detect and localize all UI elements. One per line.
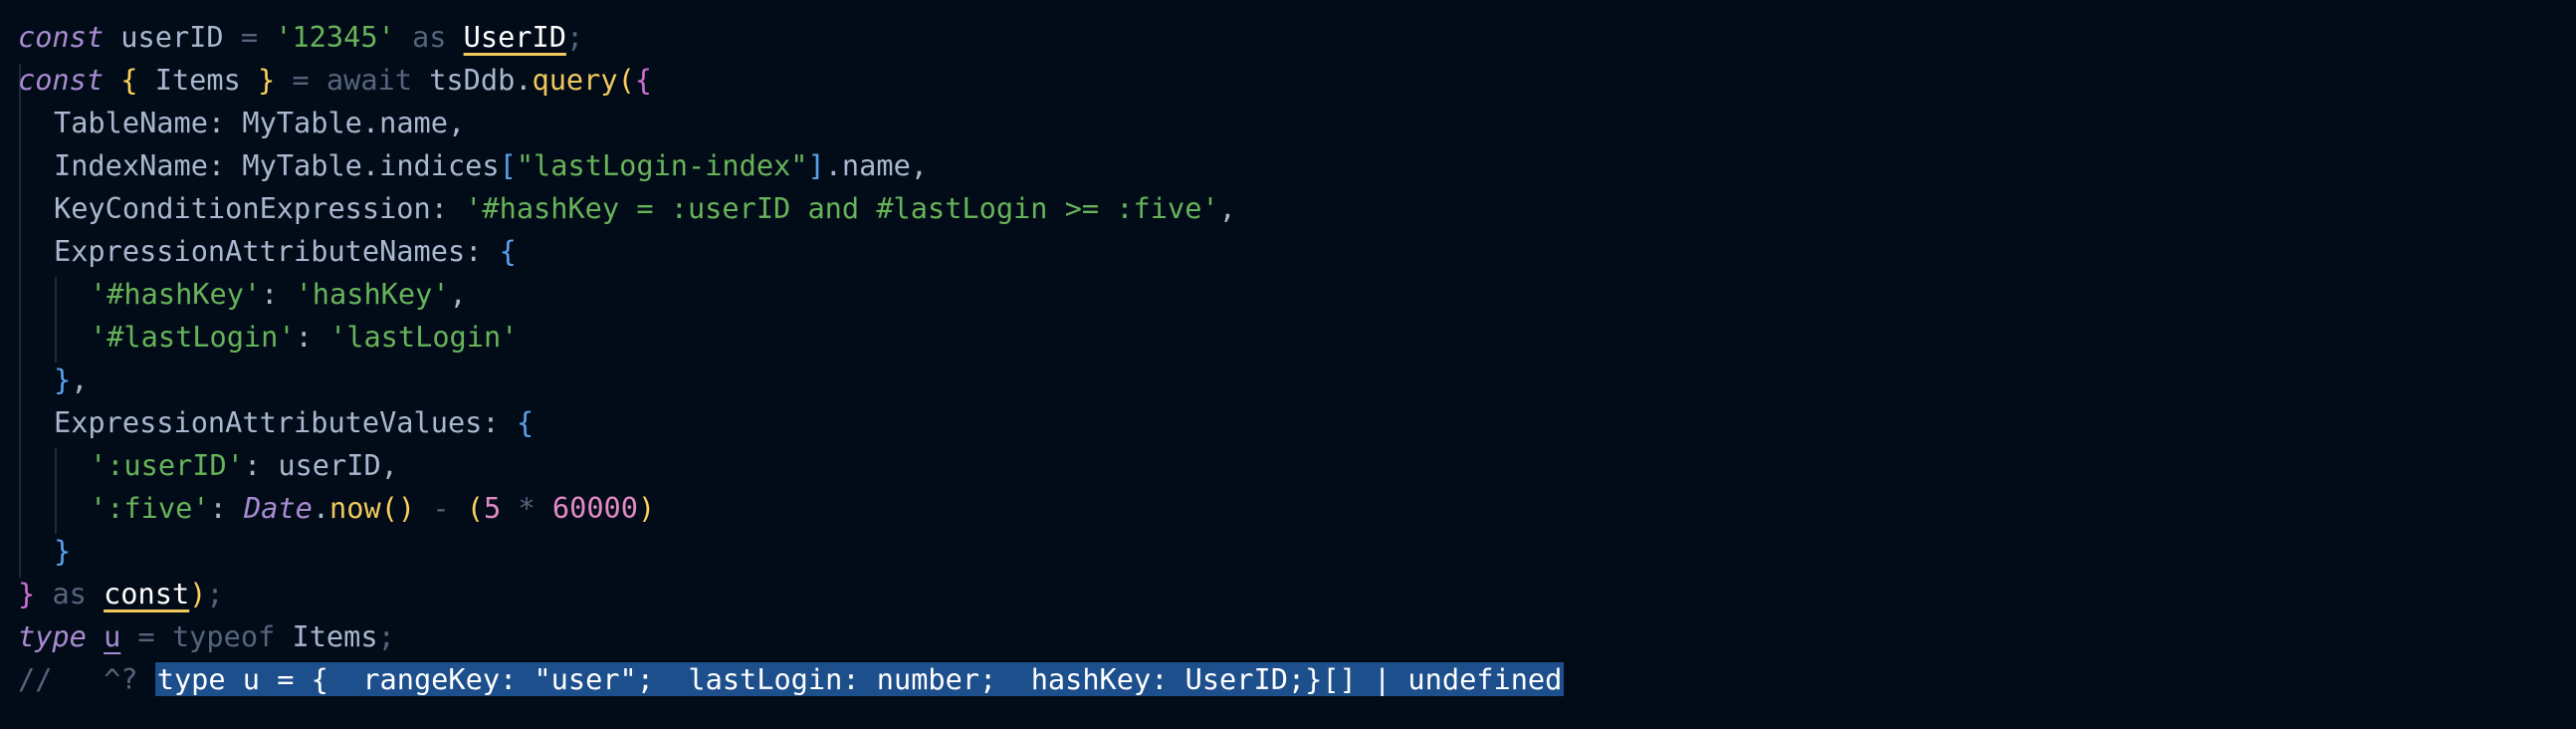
brace: }: [18, 577, 36, 610]
code-line-10[interactable]: ExpressionAttributeValues: {: [54, 401, 534, 444]
number-literal: 60000: [551, 491, 638, 525]
string-literal: '#hashKey': [90, 277, 262, 311]
code-line-13[interactable]: }: [54, 530, 71, 573]
string-literal: '#hashKey = :userID and #lastLogin >= :f…: [465, 191, 1219, 225]
brace: {: [516, 405, 535, 439]
indent-guide: [55, 448, 57, 534]
code-editor[interactable]: const userID = '12345' as UserID; const …: [0, 0, 2576, 729]
function-call: now: [329, 491, 381, 525]
string-literal: '#lastLogin': [90, 320, 296, 354]
number-literal: 5: [484, 491, 502, 525]
code-line-14[interactable]: } as const);: [18, 573, 224, 615]
property-key: ExpressionAttributeValues:: [54, 405, 500, 439]
brace: }: [54, 534, 72, 568]
string-literal: '12345': [275, 20, 395, 54]
string-literal: 'lastLogin': [329, 320, 519, 354]
identifier: MyTable: [242, 148, 362, 182]
type-query-result[interactable]: type u = { rangeKey: "user"; lastLogin: …: [154, 662, 1565, 696]
const-assertion[interactable]: const: [104, 577, 189, 610]
operator: *: [518, 491, 536, 525]
code-line-16[interactable]: // ^? type u = { rangeKey: "user"; lastL…: [18, 658, 1565, 701]
identifier: tsDdb: [429, 63, 516, 97]
keyword: await: [325, 63, 412, 97]
punctuation: ;: [206, 577, 224, 610]
punctuation: :: [295, 320, 313, 354]
string-literal: ':five': [90, 491, 210, 525]
code-line-11[interactable]: ':userID': userID,: [90, 444, 398, 487]
code-line-15[interactable]: type u = typeof Items;: [18, 615, 395, 658]
property-key: TableName:: [54, 106, 226, 139]
punctuation: .: [515, 63, 533, 97]
paren: ): [637, 491, 656, 525]
indent-guide: [19, 64, 21, 578]
string-literal: ':userID': [90, 448, 244, 482]
keyword: const: [18, 63, 105, 97]
keyword: as: [411, 20, 447, 54]
bracket: ]: [807, 148, 825, 182]
bracket: [: [499, 148, 517, 182]
punctuation: ,: [1218, 191, 1236, 225]
type-alias-name[interactable]: u: [104, 619, 120, 653]
operator: =: [137, 619, 155, 653]
keyword: typeof: [171, 619, 276, 653]
string-literal: 'hashKey': [295, 277, 450, 311]
property-access: .name,: [824, 148, 929, 182]
punctuation: ;: [565, 20, 584, 54]
indent-guide: [55, 277, 57, 363]
code-line-3[interactable]: TableName: MyTable.name,: [54, 102, 465, 144]
identifier: Items: [154, 63, 241, 97]
brace: {: [499, 234, 517, 268]
paren: (): [380, 491, 416, 525]
punctuation: ;: [377, 619, 395, 653]
function-call: query: [532, 63, 618, 97]
brace: }: [54, 363, 72, 396]
identifier: userID,: [278, 448, 398, 482]
operator: =: [292, 63, 310, 97]
code-line-2[interactable]: const { Items } = await tsDdb.query({: [18, 59, 652, 102]
keyword: type: [18, 619, 87, 653]
code-line-4[interactable]: IndexName: MyTable.indices["lastLogin-in…: [54, 144, 928, 187]
code-line-12[interactable]: ':five': Date.now() - (5 * 60000): [90, 487, 655, 530]
brace: {: [120, 63, 138, 97]
paren: ): [189, 577, 207, 610]
twoslash-comment: // ^?: [18, 662, 138, 696]
keyword: as: [52, 577, 87, 610]
code-line-6[interactable]: ExpressionAttributeNames: {: [54, 230, 517, 273]
brace: }: [258, 63, 276, 97]
punctuation: :: [243, 448, 262, 482]
code-line-8[interactable]: '#lastLogin': 'lastLogin': [90, 316, 518, 359]
paren: (: [466, 491, 485, 525]
punctuation: :: [261, 277, 279, 311]
code-line-9[interactable]: },: [54, 359, 88, 401]
code-line-5[interactable]: KeyConditionExpression: '#hashKey = :use…: [54, 187, 1236, 230]
identifier: Items: [292, 619, 378, 653]
code-line-7[interactable]: '#hashKey': 'hashKey',: [90, 273, 467, 316]
punctuation: :: [209, 491, 227, 525]
identifier: userID: [120, 20, 224, 54]
string-literal: "lastLogin-index": [516, 148, 808, 182]
punctuation: ,: [71, 363, 89, 396]
class-name: Date: [243, 491, 313, 525]
type-name[interactable]: UserID: [464, 20, 566, 54]
property-key: ExpressionAttributeNames:: [54, 234, 483, 268]
property-access: .indices: [361, 148, 500, 182]
paren: (: [617, 63, 635, 97]
operator: -: [432, 491, 450, 525]
property-access: .name,: [361, 106, 466, 139]
punctuation: .: [312, 491, 330, 525]
keyword: const: [18, 20, 105, 54]
property-key: IndexName:: [54, 148, 226, 182]
identifier: MyTable: [242, 106, 362, 139]
property-key: KeyConditionExpression:: [54, 191, 448, 225]
punctuation: ,: [449, 277, 467, 311]
brace: {: [634, 63, 653, 97]
operator: =: [240, 20, 259, 54]
code-line-1[interactable]: const userID = '12345' as UserID;: [18, 16, 583, 59]
